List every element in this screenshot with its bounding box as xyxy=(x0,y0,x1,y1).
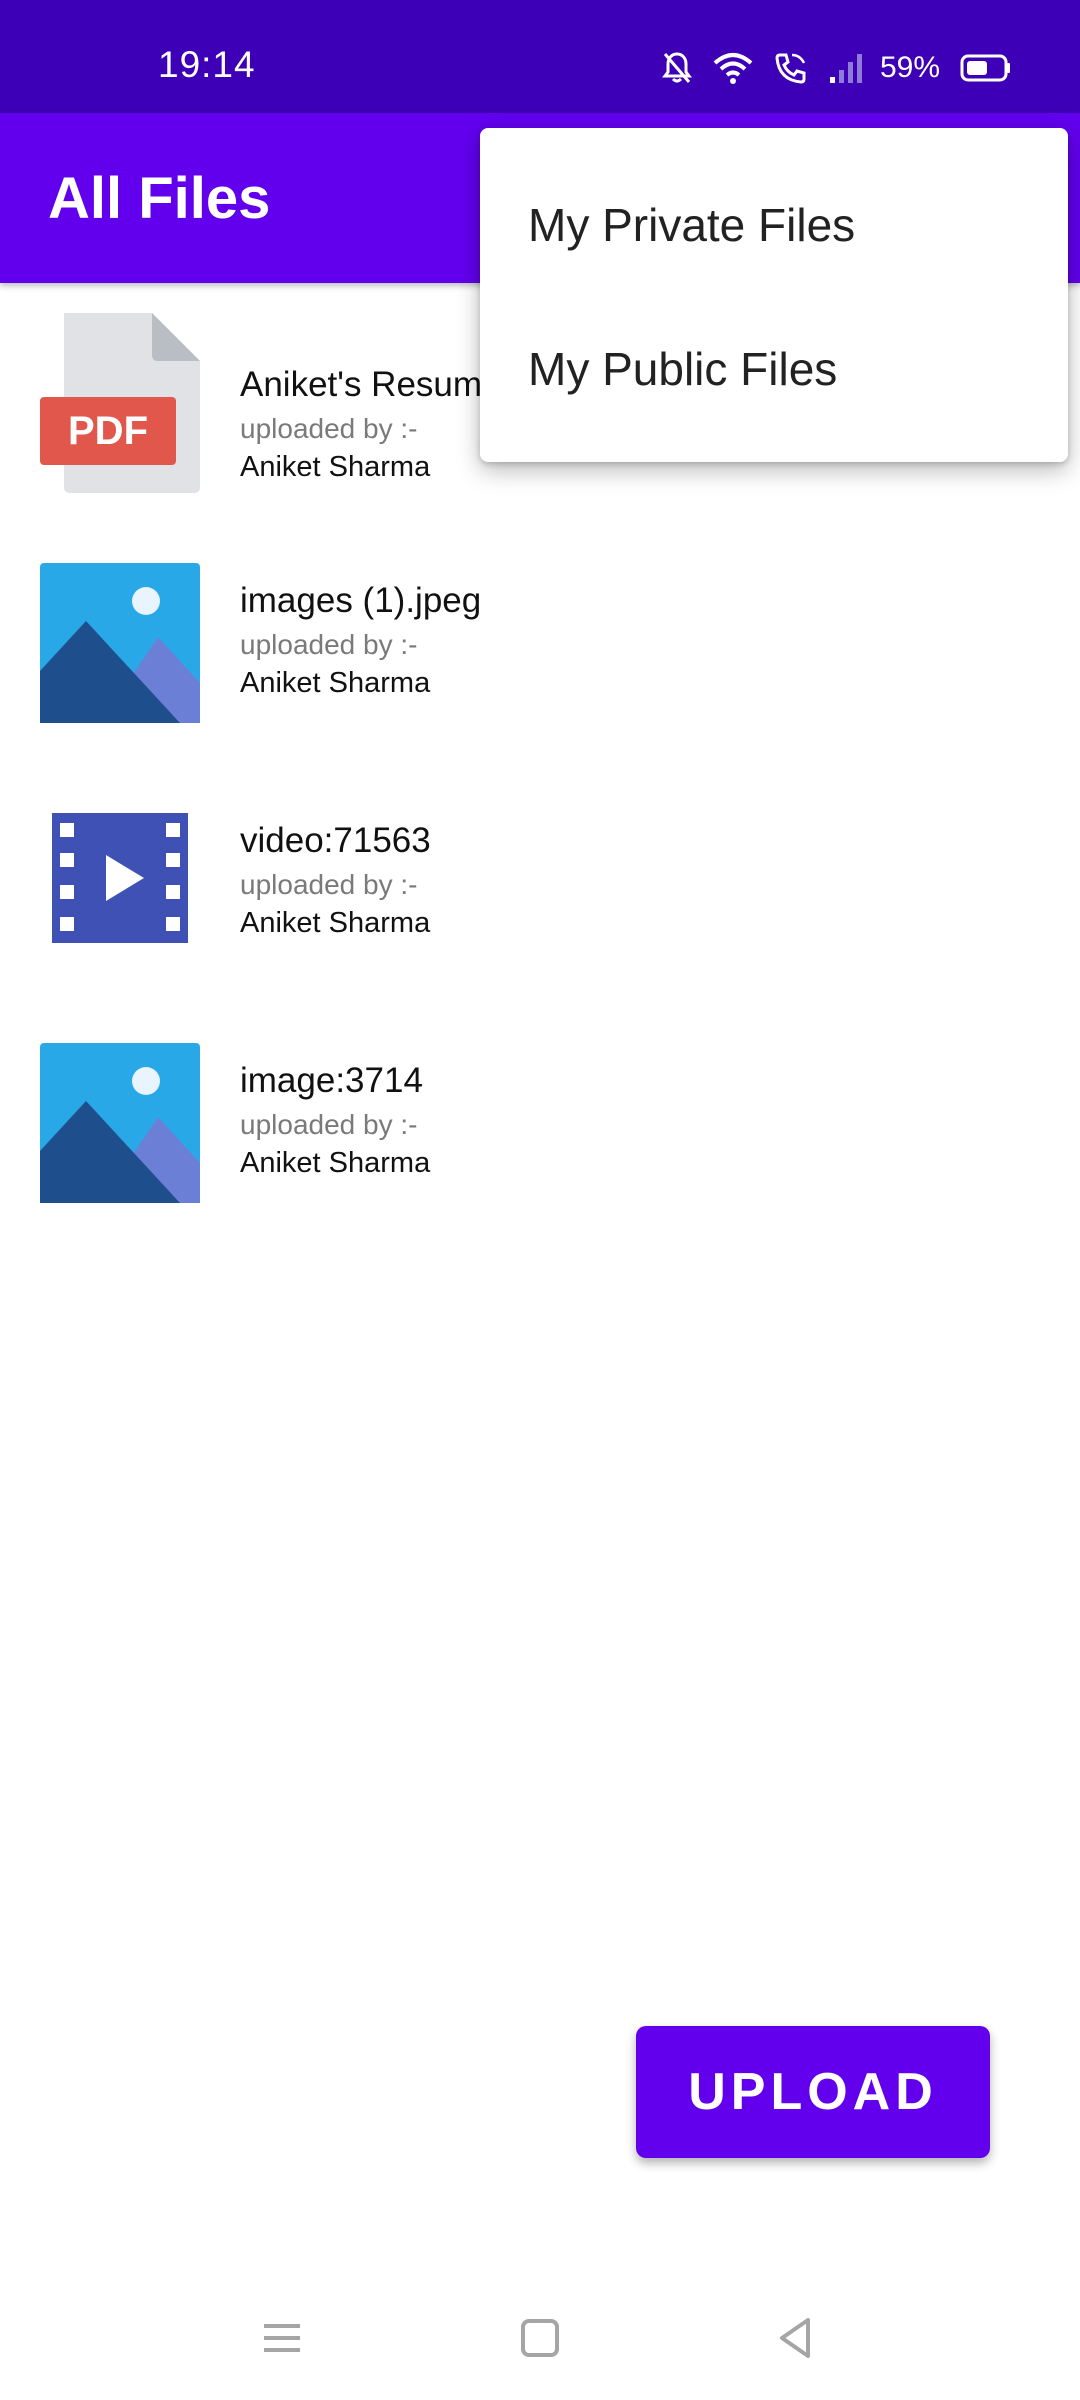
file-name: image:3714 xyxy=(240,1061,423,1100)
file-author: Aniket Sharma xyxy=(240,451,431,483)
file-text: Aniket's Resume uploaded by :- Aniket Sh… xyxy=(240,365,502,484)
overflow-menu: My Private Files My Public Files xyxy=(480,128,1068,462)
file-author: Aniket Sharma xyxy=(240,907,431,939)
image-icon xyxy=(40,1043,200,1203)
menu-item-public-files[interactable]: My Public Files xyxy=(528,342,837,396)
file-text: video:71563 uploaded by :- Aniket Sharma xyxy=(240,821,431,940)
page-title: All Files xyxy=(48,166,271,231)
wifi-call-icon xyxy=(774,51,808,85)
back-icon[interactable] xyxy=(766,2308,826,2368)
pdf-icon: PDF xyxy=(40,313,200,493)
image-icon xyxy=(40,563,200,723)
bell-off-icon xyxy=(661,51,692,85)
uploaded-by-label: uploaded by :- xyxy=(240,629,418,660)
menu-icon[interactable] xyxy=(252,2308,312,2368)
file-name: video:71563 xyxy=(240,821,431,860)
home-icon[interactable] xyxy=(510,2308,570,2368)
list-item[interactable]: image:3714 uploaded by :- Aniket Sharma xyxy=(0,1023,1080,1243)
file-name: images (1).jpeg xyxy=(240,581,482,620)
video-icon xyxy=(40,813,200,973)
file-name: Aniket's Resume xyxy=(240,365,502,404)
pdf-badge-text: PDF xyxy=(68,409,148,453)
wifi-icon xyxy=(712,51,754,85)
status-icons: 59% xyxy=(661,46,1012,90)
signal-icon xyxy=(828,51,866,85)
upload-button[interactable]: UPLOAD xyxy=(636,2026,990,2158)
file-author: Aniket Sharma xyxy=(240,1147,431,1179)
uploaded-by-label: uploaded by :- xyxy=(240,869,418,900)
battery-icon xyxy=(960,54,1012,82)
uploaded-by-label: uploaded by :- xyxy=(240,1109,418,1140)
navigation-bar xyxy=(0,2280,1080,2400)
status-time: 19:14 xyxy=(158,44,256,85)
status-bar: 19:14 59% xyxy=(0,0,1080,113)
uploaded-by-label: uploaded by :- xyxy=(240,413,418,444)
file-author: Aniket Sharma xyxy=(240,667,431,699)
list-item[interactable]: video:71563 uploaded by :- Aniket Sharma xyxy=(0,783,1080,1003)
menu-item-private-files[interactable]: My Private Files xyxy=(528,198,855,252)
battery-percent: 59% xyxy=(879,51,940,84)
file-text: images (1).jpeg uploaded by :- Aniket Sh… xyxy=(240,581,481,700)
file-text: image:3714 uploaded by :- Aniket Sharma xyxy=(240,1061,430,1180)
list-item[interactable]: images (1).jpeg uploaded by :- Aniket Sh… xyxy=(0,543,1080,763)
